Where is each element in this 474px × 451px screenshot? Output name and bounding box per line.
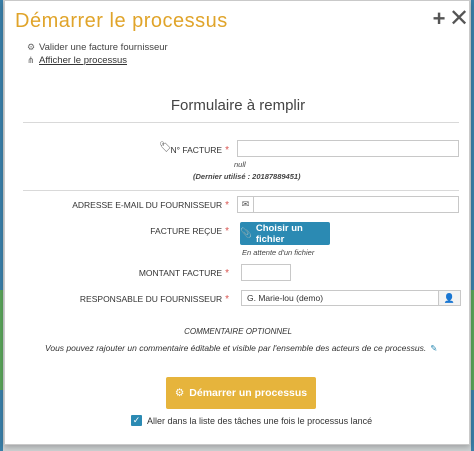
goto-tasks-checkbox[interactable]: ✓ [131,415,142,426]
paperclip-icon: 📎 [240,228,252,239]
sitemap-icon: ⋔ [27,55,35,65]
invoice-null-hint: null [234,160,246,169]
invoice-number-input[interactable] [237,140,459,157]
pencil-icon[interactable]: ✎ [430,343,437,353]
modal-title: Démarrer le processus [15,10,228,32]
invoice-number-label: N° facture * [170,145,229,156]
supplier-responsible-value: G. Marie-lou (demo) [247,293,324,303]
file-waiting-hint: En attente d'un fichier [242,248,315,257]
invoice-last-used-hint: (Dernier utilisé : 20187889451) [193,172,301,181]
comment-description[interactable]: Vous pouvez rajouter un commentaire édit… [45,343,437,354]
goto-tasks-label: Aller dans la liste des tâches une fois … [147,415,373,426]
close-icon[interactable]: ✕ [449,7,469,31]
invoice-amount-input[interactable] [241,264,291,281]
envelope-icon: ✉ [238,197,254,212]
divider [23,190,459,191]
supplier-responsible-field[interactable]: G. Marie-lou (demo) 👤 [241,290,461,306]
user-icon[interactable]: 👤 [438,291,460,305]
show-process-link[interactable]: Afficher le processus [39,55,127,66]
gear-icon: ⚙ [174,387,185,399]
start-process-modal: Démarrer le processus + ✕ ⚙ Valider une … [4,0,470,445]
choose-file-button[interactable]: 📎 Choisir un fichier [240,222,330,245]
subnav-process-name: ⚙ Valider une facture fournisseur [27,41,168,54]
process-name-label: Valider une facture fournisseur [39,42,168,53]
invoice-received-label: Facture reçue * [150,226,229,237]
supplier-responsible-label: Responsable du fournisseur * [79,294,229,305]
supplier-email-label: Adresse e-mail du fournisseur * [72,200,229,211]
gear-icon: ⚙ [27,42,36,52]
divider [23,122,459,123]
backdrop-strip-left-green [0,290,3,390]
plus-icon[interactable]: + [429,7,449,31]
supplier-email-field[interactable]: ✉ [237,196,459,213]
choose-file-label: Choisir un fichier [255,222,303,245]
invoice-amount-label: Montant facture * [138,268,229,279]
subnav: ⚙ Valider une facture fournisseur ⋔ Affi… [27,41,168,67]
comment-title: Commentaire optionnel [184,327,292,336]
goto-tasks-option[interactable]: ✓ Aller dans la liste des tâches une foi… [131,415,372,426]
start-process-label: Démarrer un processus [189,387,308,399]
subnav-show-process[interactable]: ⋔ Afficher le processus [27,54,168,67]
start-process-button[interactable]: ⚙ Démarrer un processus [166,377,316,409]
form-title: Formulaire à remplir [170,97,306,114]
